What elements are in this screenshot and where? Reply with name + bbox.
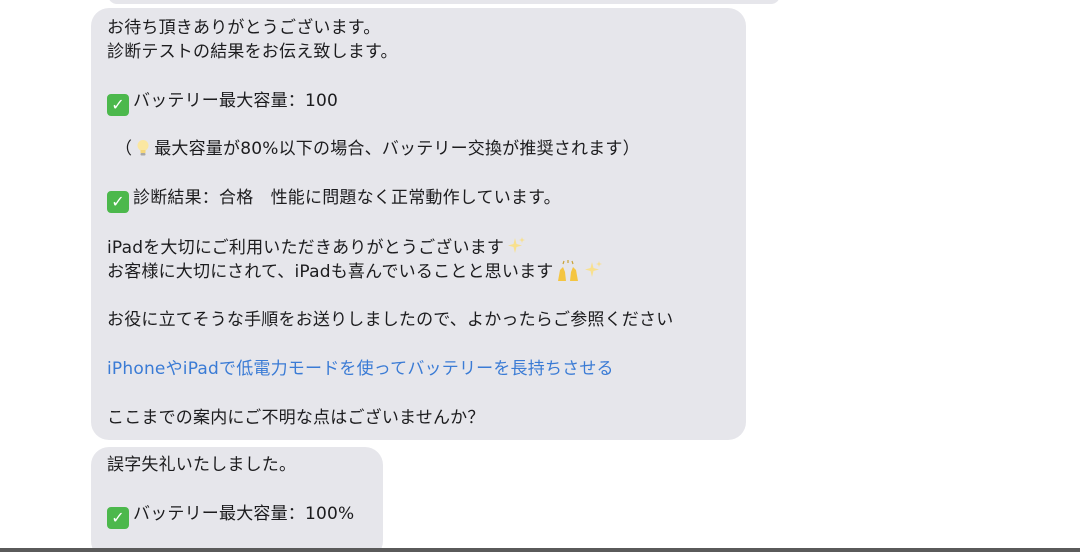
sparkles-icon <box>508 237 526 253</box>
message-line: お待ち頂きありがとうございます。 <box>107 18 381 38</box>
diagnosis-result-text: 診断結果：合格 性能に問題なく正常動作しています。 <box>133 188 561 208</box>
light-bulb-icon <box>137 140 149 156</box>
check-mark-icon: ✓ <box>107 191 129 213</box>
message-line: 診断テストの結果をお伝え致します。 <box>107 42 398 62</box>
check-mark-icon: ✓ <box>107 94 129 116</box>
raising-hands-icon <box>558 260 579 281</box>
message-line: お役に立てそうな手順をお送りしましたので、よかったらご参照ください <box>107 310 674 330</box>
battery-note-line: （ 最大容量が80%以下の場合、バッテリー交換が推奨されます） <box>115 138 640 160</box>
thanks-line: iPadを大切にご利用いただきありがとうございます <box>107 236 526 259</box>
battery-note-text: 最大容量が80%以下の場合、バッテリー交換が推奨されます） <box>154 139 640 159</box>
diagnosis-result-line: ✓ 診断結果：合格 性能に問題なく正常動作しています。 <box>107 187 561 213</box>
note-open-paren: （ <box>115 139 133 159</box>
corrected-capacity-line: ✓ バッテリー最大容量：100% <box>107 503 354 529</box>
battery-capacity-text: バッテリー最大容量：100 <box>133 91 339 111</box>
message-bubble-correction: 誤字失礼いたしました。 ✓ バッテリー最大容量：100% <box>91 447 383 552</box>
check-mark-icon: ✓ <box>107 507 129 529</box>
happy-line: お客様に大切にされて、iPadも喜んでいることと思います <box>107 260 603 283</box>
sparkles-icon <box>585 261 603 277</box>
message-bubble-diagnosis: お待ち頂きありがとうございます。 診断テストの結果をお伝え致します。 ✓ バッテリ… <box>91 8 746 440</box>
thanks-text: iPadを大切にご利用いただきありがとうございます <box>107 238 505 258</box>
happy-text: お客様に大切にされて、iPadも喜んでいることと思います <box>107 262 554 282</box>
corrected-capacity-text: バッテリー最大容量：100% <box>133 504 355 524</box>
message-line: 誤字失礼いたしました。 <box>107 455 297 475</box>
bottom-divider <box>0 548 1080 552</box>
previous-message-bubble <box>108 0 780 4</box>
chat-screen: お待ち頂きありがとうございます。 診断テストの結果をお伝え致します。 ✓ バッテリ… <box>0 0 1080 552</box>
battery-capacity-line: ✓ バッテリー最大容量：100 <box>107 90 338 116</box>
low-power-mode-link[interactable]: iPhoneやiPadで低電力モードを使ってバッテリーを長持ちさせる <box>107 358 614 380</box>
message-line: ここまでの案内にご不明な点はございませんか？ <box>107 408 485 428</box>
